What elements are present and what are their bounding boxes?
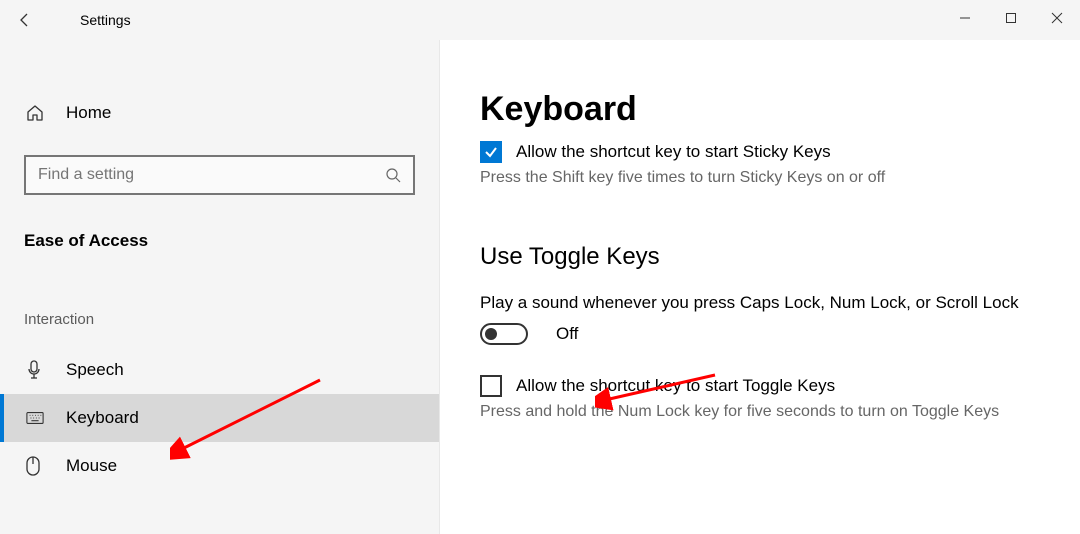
sidebar: Home Ease of Access Interaction Speech K… — [0, 40, 440, 534]
toggle-keys-switch[interactable] — [480, 323, 528, 345]
checkbox-label: Allow the shortcut key to start Toggle K… — [516, 376, 835, 396]
toggle-keys-shortcut-checkbox[interactable] — [480, 375, 502, 397]
toggle-keys-description: Play a sound whenever you press Caps Loc… — [480, 293, 1040, 313]
sidebar-item-mouse[interactable]: Mouse — [0, 442, 439, 490]
sticky-keys-helper: Press the Shift key five times to turn S… — [480, 169, 1040, 187]
sidebar-group-interaction: Interaction — [0, 263, 439, 346]
home-label: Home — [66, 103, 111, 123]
sticky-keys-shortcut-row: Allow the shortcut key to start Sticky K… — [480, 141, 1040, 163]
mouse-icon — [26, 456, 44, 476]
keyboard-icon — [26, 411, 44, 425]
window-controls — [942, 6, 1080, 34]
close-button[interactable] — [1034, 2, 1080, 34]
sidebar-item-speech[interactable]: Speech — [0, 346, 439, 394]
page-title: Keyboard — [480, 90, 1040, 129]
main-panel: Keyboard Allow the shortcut key to start… — [440, 40, 1080, 534]
toggle-keys-heading: Use Toggle Keys — [480, 243, 1040, 271]
search-icon — [385, 167, 401, 183]
checkbox-label: Allow the shortcut key to start Sticky K… — [516, 142, 831, 162]
sidebar-item-keyboard[interactable]: Keyboard — [0, 394, 439, 442]
search-input[interactable] — [38, 166, 385, 184]
nav-label: Keyboard — [66, 408, 139, 428]
titlebar: Settings — [0, 0, 1080, 40]
microphone-icon — [26, 360, 44, 380]
minimize-button[interactable] — [942, 2, 988, 34]
nav-label: Mouse — [66, 456, 117, 476]
search-box[interactable] — [24, 155, 415, 195]
window-title: Settings — [50, 12, 131, 28]
home-icon — [26, 104, 44, 122]
toggle-knob — [485, 328, 497, 340]
toggle-keys-toggle-row: Off — [480, 323, 1040, 345]
nav-label: Speech — [66, 360, 124, 380]
maximize-button[interactable] — [988, 2, 1034, 34]
sidebar-section-heading: Ease of Access — [0, 231, 439, 263]
sticky-keys-shortcut-checkbox[interactable] — [480, 141, 502, 163]
toggle-keys-shortcut-row: Allow the shortcut key to start Toggle K… — [480, 375, 1040, 397]
home-nav[interactable]: Home — [0, 95, 439, 131]
toggle-state-label: Off — [556, 324, 578, 344]
toggle-keys-helper: Press and hold the Num Lock key for five… — [480, 403, 1040, 421]
back-button[interactable] — [0, 0, 50, 40]
